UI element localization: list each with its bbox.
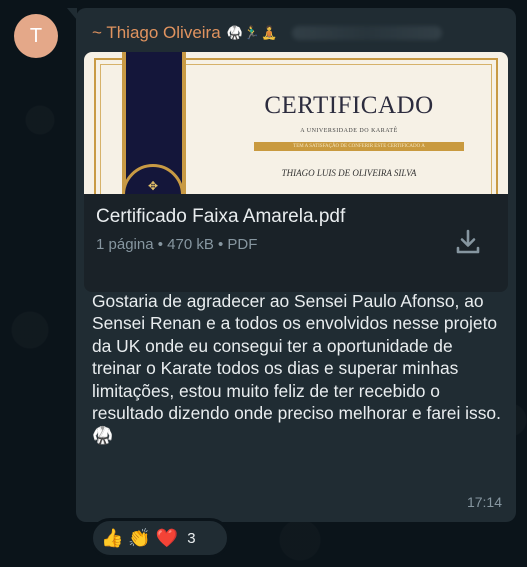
reactions-pill[interactable]: 👍 👏 ❤️ 3 <box>90 518 230 558</box>
message-bubble[interactable]: ~ Thiago Oliveira 🥋🏃‍♂️🧘 ✥ CERTIFICADO A… <box>67 8 516 522</box>
thumbs-up-reaction: 👍 <box>101 527 124 548</box>
certificate-title: CERTIFICADO <box>264 92 434 119</box>
download-button[interactable] <box>450 224 486 260</box>
message-text: Gostaria de agradecer ao Sensei Paulo Af… <box>92 291 501 424</box>
document-preview[interactable]: ✥ CERTIFICADO A UNIVERSIDADE DO KARATÊ T… <box>84 52 508 194</box>
seal-icon: ✥ <box>147 179 159 193</box>
file-info[interactable]: Certificado Faixa Amarela.pdf 1 página •… <box>96 206 345 253</box>
blurred-phone-number <box>292 26 443 40</box>
avatar[interactable]: T <box>14 14 58 58</box>
karate-uniform-emoji: 🥋 <box>92 426 114 446</box>
bubble-tail <box>67 8 77 20</box>
message-timestamp: 17:14 <box>466 494 502 510</box>
clapping-reaction: 👏 <box>128 527 151 548</box>
certificate-recipient: THIAGO LUIS DE OLIVEIRA SILVA <box>281 168 417 178</box>
file-meta: 1 página • 470 kB • PDF <box>96 236 258 253</box>
avatar-initial: T <box>29 24 43 47</box>
sender-name[interactable]: ~ Thiago Oliveira <box>92 23 221 43</box>
document-attachment[interactable]: ✥ CERTIFICADO A UNIVERSIDADE DO KARATÊ T… <box>84 52 508 292</box>
sender-row: ~ Thiago Oliveira 🥋🏃‍♂️🧘 <box>92 23 443 43</box>
certificate-subtitle: A UNIVERSIDADE DO KARATÊ <box>300 128 398 134</box>
reaction-count: 3 <box>187 529 196 547</box>
heart-reaction: ❤️ <box>155 527 179 548</box>
file-name: Certificado Faixa Amarela.pdf <box>96 206 346 227</box>
sender-emoji: 🥋🏃‍♂️🧘 <box>226 25 279 40</box>
download-icon <box>456 229 480 254</box>
message-text-block: Gostaria de agradecer ao Sensei Paulo Af… <box>92 290 502 448</box>
certificate-band: TEM A SATISFAÇÃO DE CONFERIR ESTE CERTIF… <box>254 142 464 151</box>
